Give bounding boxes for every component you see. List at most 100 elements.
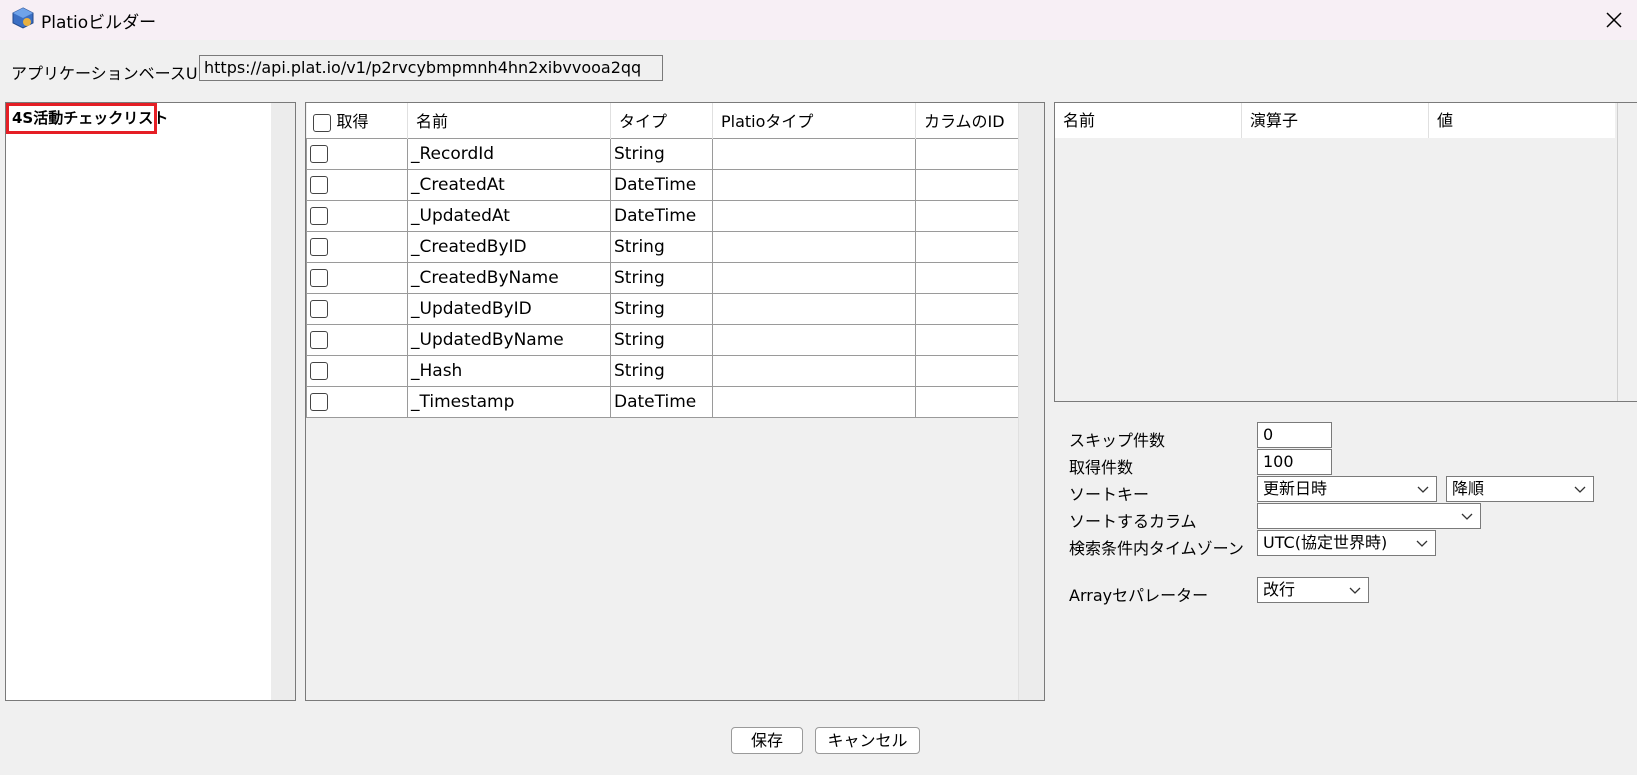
table-row[interactable]: _CreatedByID String <box>306 230 1019 263</box>
row-type[interactable]: DateTime <box>610 168 713 201</box>
timezone-label: 検索条件内タイムゾーン <box>1069 539 1244 558</box>
timezone-select[interactable]: UTC(協定世界時) <box>1257 530 1436 556</box>
row-type[interactable]: DateTime <box>610 199 713 232</box>
row-column-id[interactable] <box>915 168 1019 201</box>
row-name[interactable]: _UpdatedByID <box>407 292 611 325</box>
fetch-checkbox[interactable] <box>310 206 328 225</box>
header-type[interactable]: タイプ <box>610 103 713 138</box>
conditions-header-value[interactable]: 値 <box>1429 103 1615 138</box>
base-url-field[interactable]: https://api.plat.io/v1/p2rvcybmpmnh4hn2x… <box>199 55 663 81</box>
row-platio-type[interactable] <box>712 385 916 418</box>
fetch-checkbox[interactable] <box>310 361 328 380</box>
row-name[interactable]: _CreatedByID <box>407 230 611 263</box>
conditions-header-name[interactable]: 名前 <box>1055 103 1242 138</box>
fetch-checkbox[interactable] <box>310 392 328 411</box>
fetch-checkbox-cell[interactable] <box>306 354 408 387</box>
row-platio-type[interactable] <box>712 137 916 170</box>
array-separator-select[interactable]: 改行 <box>1257 577 1369 603</box>
row-platio-type[interactable] <box>712 323 916 356</box>
columns-grid-scrollbar[interactable] <box>1018 103 1044 700</box>
select-all-checkbox[interactable] <box>312 113 331 132</box>
row-type[interactable]: String <box>610 261 713 294</box>
row-name[interactable]: _UpdatedAt <box>407 199 611 232</box>
row-name[interactable]: _CreatedByName <box>407 261 611 294</box>
row-name[interactable]: _Timestamp <box>407 385 611 418</box>
sort-column-select[interactable] <box>1257 503 1481 529</box>
fetch-checkbox[interactable] <box>310 299 328 318</box>
fetch-checkbox[interactable] <box>310 237 328 256</box>
row-type[interactable]: String <box>610 354 713 387</box>
chevron-down-icon <box>1416 540 1428 547</box>
table-row[interactable]: _CreatedAt DateTime <box>306 168 1019 201</box>
fetch-count-input[interactable]: 100 <box>1257 449 1332 475</box>
row-column-id[interactable] <box>915 385 1019 418</box>
fetch-checkbox[interactable] <box>310 268 328 287</box>
conditions-header-operator[interactable]: 演算子 <box>1242 103 1429 138</box>
fetch-checkbox-cell[interactable] <box>306 385 408 418</box>
row-column-id[interactable] <box>915 292 1019 325</box>
header-fetch-label: 取得 <box>336 112 369 132</box>
table-row[interactable]: _RecordId String <box>306 137 1019 170</box>
header-platio-type[interactable]: Platioタイプ <box>712 103 916 138</box>
sort-key-select[interactable]: 更新日時 <box>1257 476 1437 502</box>
cancel-button[interactable]: キャンセル <box>815 727 920 754</box>
timezone-value: UTC(協定世界時) <box>1263 533 1388 552</box>
row-type[interactable]: String <box>610 137 713 170</box>
fetch-checkbox-cell[interactable] <box>306 323 408 356</box>
chevron-down-icon <box>1574 486 1586 493</box>
row-type[interactable]: DateTime <box>610 385 713 418</box>
row-name[interactable]: _RecordId <box>407 137 611 170</box>
fetch-checkbox-cell[interactable] <box>306 199 408 232</box>
row-type[interactable]: String <box>610 230 713 263</box>
row-type[interactable]: String <box>610 323 713 356</box>
header-name[interactable]: 名前 <box>407 103 611 138</box>
row-column-id[interactable] <box>915 323 1019 356</box>
fetch-checkbox[interactable] <box>310 144 328 163</box>
header-column-id[interactable]: カラムのID <box>915 103 1019 138</box>
table-row[interactable]: _UpdatedAt DateTime <box>306 199 1019 232</box>
fetch-checkbox-cell[interactable] <box>306 137 408 170</box>
row-type[interactable]: String <box>610 292 713 325</box>
fetch-checkbox-cell[interactable] <box>306 230 408 263</box>
row-column-id[interactable] <box>915 261 1019 294</box>
row-column-id[interactable] <box>915 230 1019 263</box>
collection-item-4s-checklist[interactable]: 4S活動チェックリスト <box>6 103 168 134</box>
table-row[interactable]: _UpdatedByID String <box>306 292 1019 325</box>
fetch-checkbox-cell[interactable] <box>306 168 408 201</box>
row-platio-type[interactable] <box>712 354 916 387</box>
row-platio-type[interactable] <box>712 199 916 232</box>
row-platio-type[interactable] <box>712 230 916 263</box>
row-platio-type[interactable] <box>712 261 916 294</box>
collection-list: 4S活動チェックリスト <box>5 102 296 701</box>
row-name[interactable]: _CreatedAt <box>407 168 611 201</box>
sort-order-select[interactable]: 降順 <box>1446 476 1594 502</box>
close-icon <box>1606 12 1622 28</box>
table-row[interactable]: _Timestamp DateTime <box>306 385 1019 418</box>
chevron-down-icon <box>1417 486 1429 493</box>
columns-grid: 取得 名前 タイプ Platioタイプ カラムのID _RecordId Stri… <box>306 103 1019 418</box>
table-row[interactable]: _CreatedByName String <box>306 261 1019 294</box>
skip-count-input[interactable]: 0 <box>1257 422 1332 448</box>
fetch-checkbox[interactable] <box>310 175 328 194</box>
array-separator-label: Arrayセパレーター <box>1069 586 1209 605</box>
fetch-checkbox-cell[interactable] <box>306 292 408 325</box>
collection-list-scrollbar[interactable] <box>271 103 295 700</box>
row-name[interactable]: _Hash <box>407 354 611 387</box>
title-bar: Platioビルダー <box>0 0 1637 40</box>
row-column-id[interactable] <box>915 199 1019 232</box>
row-platio-type[interactable] <box>712 168 916 201</box>
close-button[interactable] <box>1591 0 1637 40</box>
row-platio-type[interactable] <box>712 292 916 325</box>
table-row[interactable]: _UpdatedByName String <box>306 323 1019 356</box>
row-column-id[interactable] <box>915 354 1019 387</box>
row-column-id[interactable] <box>915 137 1019 170</box>
fetch-checkbox[interactable] <box>310 330 328 349</box>
fetch-checkbox-cell[interactable] <box>306 261 408 294</box>
platio-app-icon <box>12 7 34 29</box>
save-button[interactable]: 保存 <box>731 727 803 754</box>
conditions-scrollbar[interactable] <box>1617 103 1637 401</box>
fetch-count-label: 取得件数 <box>1069 458 1134 477</box>
row-name[interactable]: _UpdatedByName <box>407 323 611 356</box>
base-url-label: アプリケーションベースURL <box>11 64 218 83</box>
table-row[interactable]: _Hash String <box>306 354 1019 387</box>
